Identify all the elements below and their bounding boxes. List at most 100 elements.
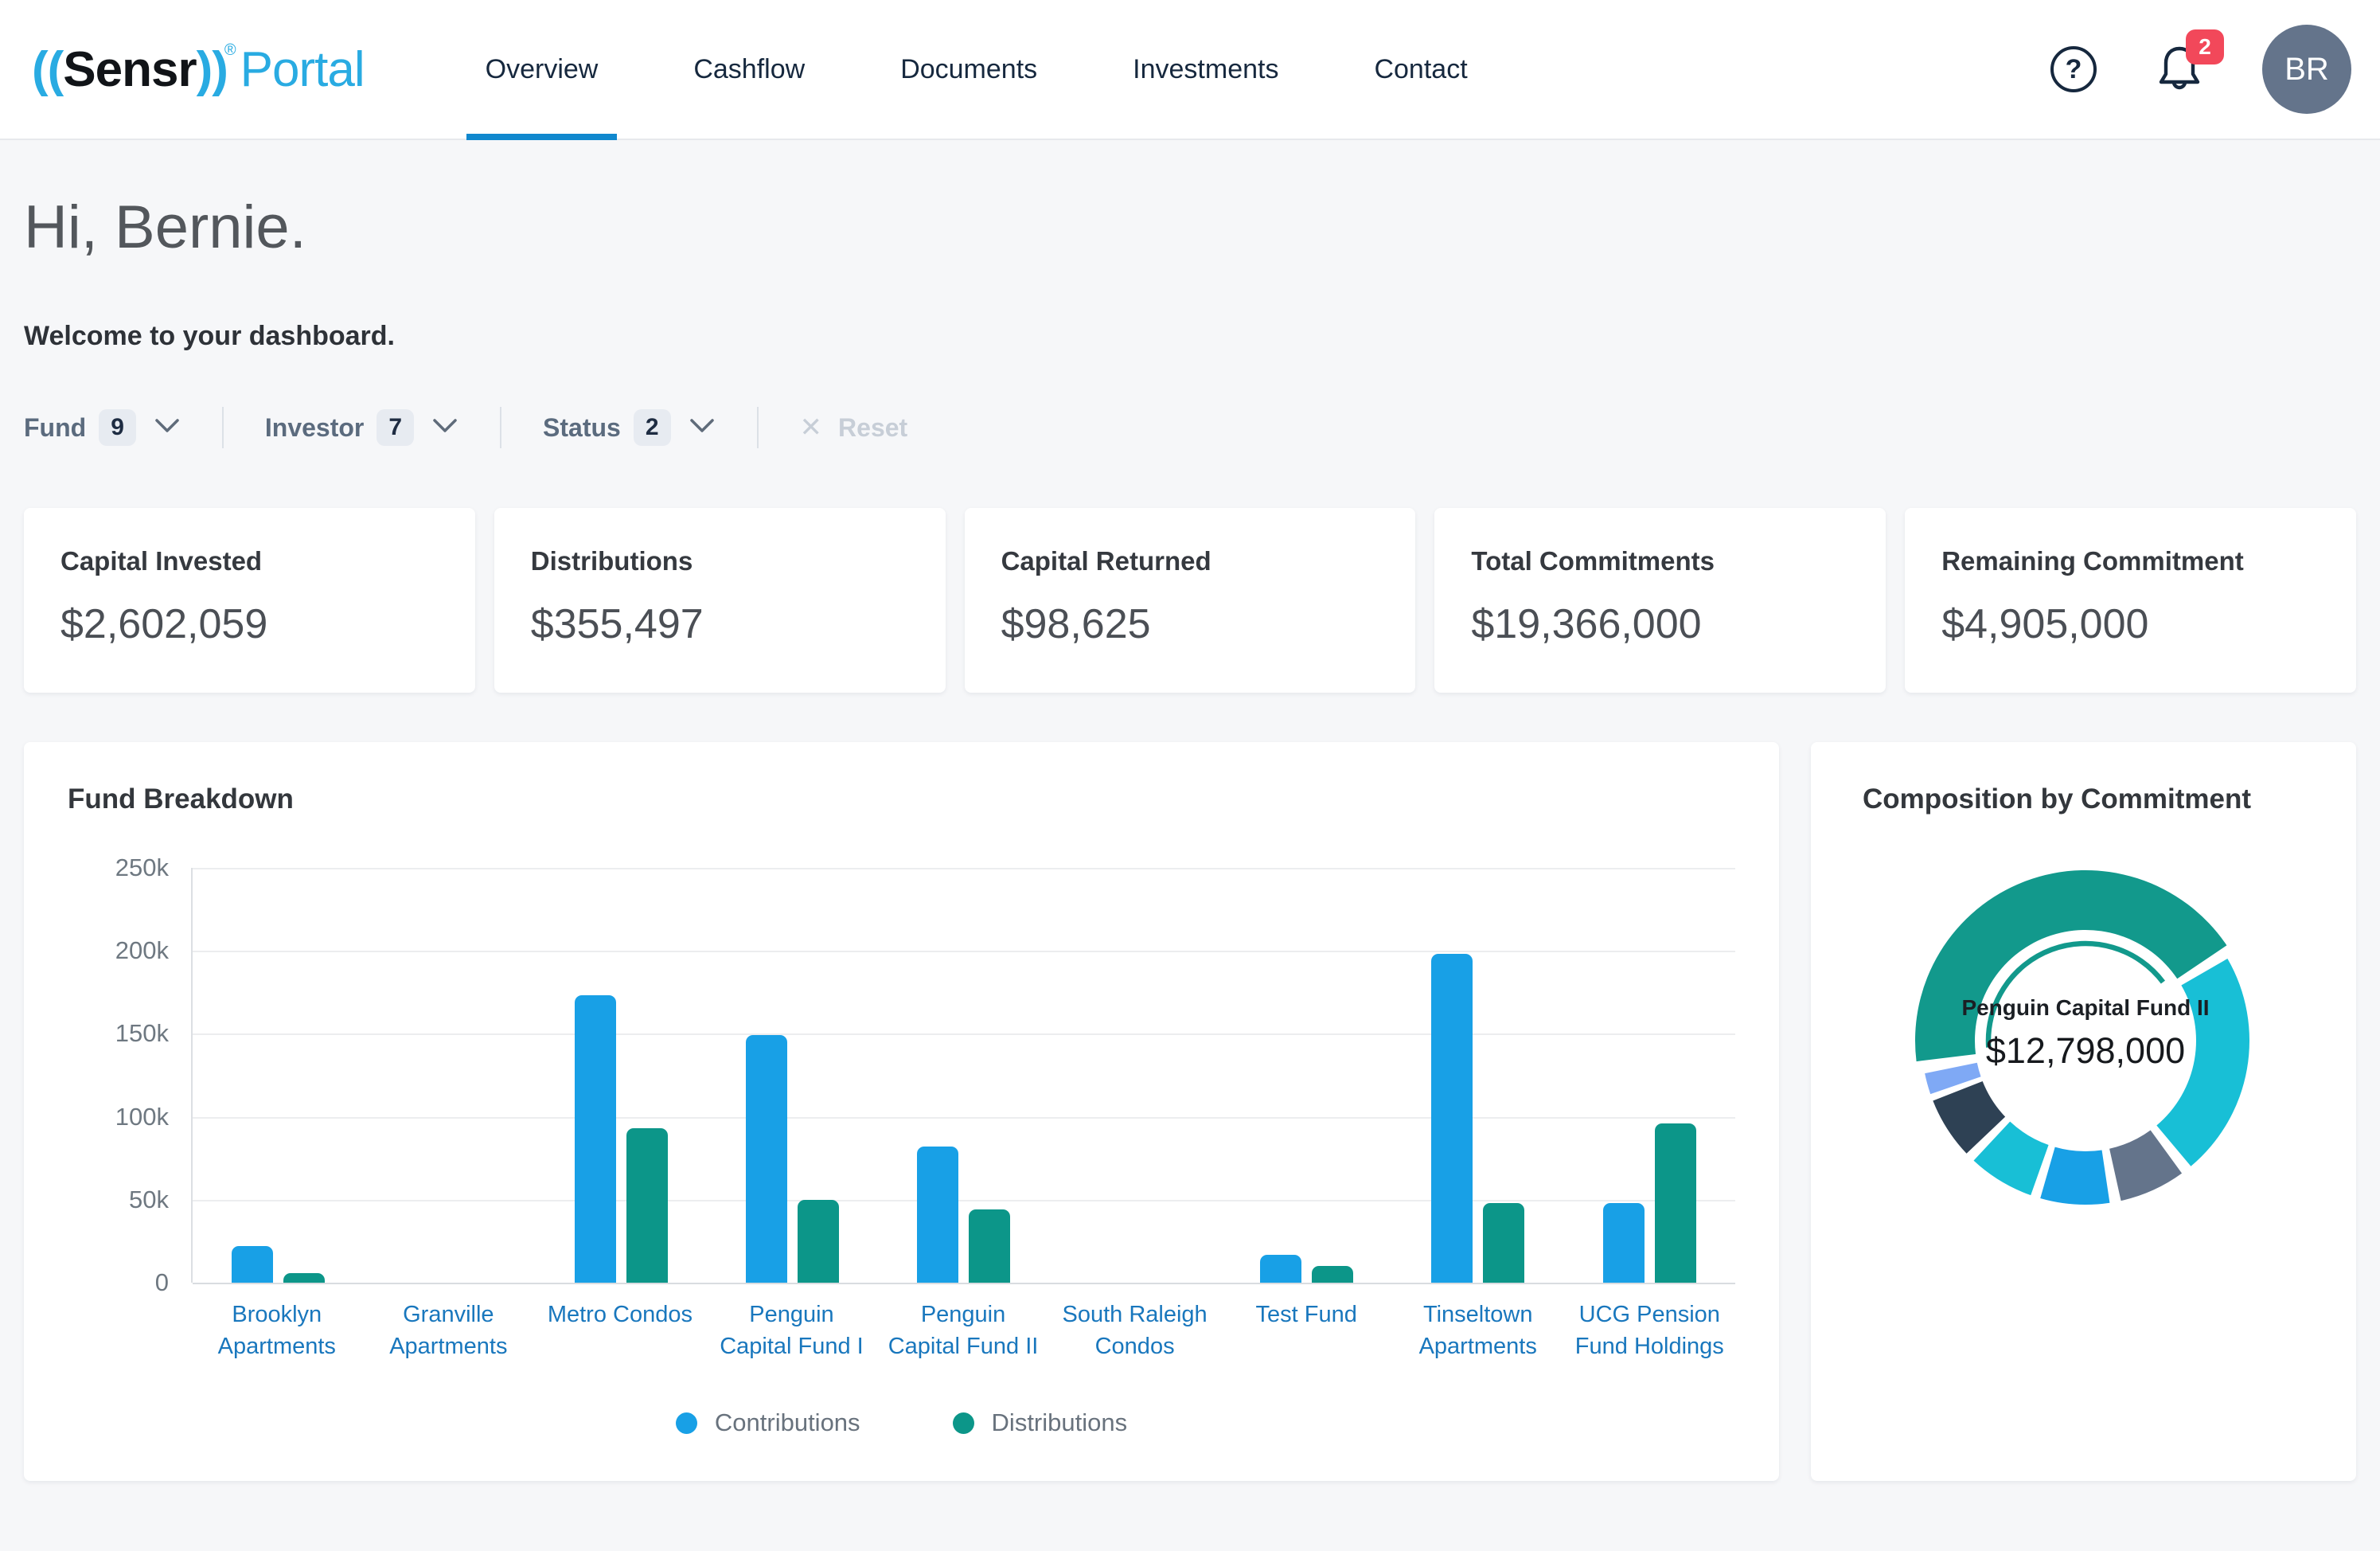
bar-contributions-ucg-pension-fund-holdings[interactable]	[1603, 1203, 1645, 1283]
filter-label-investor: Investor	[265, 413, 364, 443]
main-content: Hi, Bernie. Welcome to your dashboard. F…	[0, 193, 2380, 1481]
y-axis-tick: 0	[73, 1268, 169, 1297]
page-subtitle: Welcome to your dashboard.	[24, 321, 2356, 352]
donut-selected-fund: Penguin Capital Fund II	[1926, 995, 2245, 1021]
logo-close-parens: ))	[197, 41, 228, 98]
category-link-granville-apartments[interactable]: Granville Apartments	[363, 1299, 535, 1362]
bar-group-ucg-pension-fund-holdings	[1564, 868, 1735, 1283]
bar-contributions-test-fund[interactable]	[1260, 1255, 1301, 1283]
nav-item-overview[interactable]: Overview	[466, 0, 618, 139]
category-link-penguin-capital-fund-i[interactable]: Penguin Capital Fund I	[706, 1299, 878, 1362]
bar-group-tinseltown-apartments	[1392, 868, 1563, 1283]
logo-name: Sensr	[63, 41, 196, 98]
category-link-south-raleigh-condos[interactable]: South Raleigh Condos	[1049, 1299, 1221, 1362]
filter-divider	[757, 407, 759, 448]
bar-distributions-penguin-capital-fund-ii[interactable]	[969, 1209, 1010, 1283]
bar-group-penguin-capital-fund-ii	[878, 868, 1049, 1283]
category-link-penguin-capital-fund-ii[interactable]: Penguin Capital Fund II	[877, 1299, 1049, 1362]
bar-distributions-tinseltown-apartments[interactable]	[1483, 1203, 1524, 1283]
avatar[interactable]: BR	[2262, 25, 2351, 114]
stat-label: Capital Returned	[1001, 546, 1379, 576]
header-actions: ? 2 BR	[2050, 0, 2351, 139]
stat-card-total-commitments: Total Commitments$19,366,000	[1434, 508, 1886, 693]
bar-group-south-raleigh-condos	[1050, 868, 1221, 1283]
legend-label: Contributions	[715, 1408, 860, 1437]
filter-investor[interactable]: Investor 7	[265, 409, 458, 446]
nav-item-contact[interactable]: Contact	[1355, 0, 1486, 139]
stat-card-capital-invested: Capital Invested $2,602,059	[24, 508, 475, 693]
filter-label-status: Status	[543, 413, 621, 443]
notifications-button[interactable]: 2	[2156, 44, 2203, 95]
composition-card: Composition by Commitment Penguin Capita…	[1811, 742, 2356, 1481]
filter-divider	[222, 407, 224, 448]
y-axis-tick: 150k	[73, 1019, 169, 1048]
filter-fund[interactable]: Fund9	[24, 409, 181, 446]
bar-contributions-penguin-capital-fund-i[interactable]	[746, 1035, 787, 1283]
bar-group-test-fund	[1221, 868, 1392, 1283]
main-nav: Overview Cashflow Documents Investments Cont…	[466, 0, 1544, 139]
bar-groups	[193, 868, 1735, 1283]
registered-mark: ®	[224, 41, 236, 60]
category-link-metro-condos[interactable]: Metro Condos	[534, 1299, 706, 1362]
category-link-ucg-pension-fund-holdings[interactable]: UCG Pension Fund Holdings	[1564, 1299, 1736, 1362]
bar-group-penguin-capital-fund-i	[707, 868, 878, 1283]
charts-row: Fund Breakdown 250k200k150k100k50k0 Broo…	[24, 742, 2356, 1481]
logo-open-parens: ((	[32, 41, 63, 98]
category-link-brooklyn-apartments[interactable]: Brooklyn Apartments	[191, 1299, 363, 1362]
nav-item-cashflow[interactable]: Cashflow	[674, 0, 824, 139]
legend-item-contributions[interactable]: Contributions	[676, 1408, 860, 1437]
dashboard-page: ((Sensr))®Portal Overview Cashflow Documen…	[0, 0, 2380, 1551]
filter-groups: Fund9 Investor 7 Status2	[24, 407, 800, 448]
stat-card-capital-returned: Capital Returned $98,625	[965, 508, 1416, 693]
brand-logo[interactable]: ((Sensr))®Portal	[32, 0, 365, 139]
bar-group-brooklyn-apartments	[193, 868, 364, 1283]
stat-value: $355,497	[531, 600, 909, 648]
help-icon[interactable]: ?	[2050, 46, 2097, 92]
legend-item-distributions[interactable]: Distributions	[953, 1408, 1128, 1437]
filter-status[interactable]: Status2	[543, 409, 715, 446]
top-header: ((Sensr))®Portal Overview Cashflow Documen…	[0, 0, 2380, 140]
filter-count-investor: 7	[377, 409, 414, 446]
fund-breakdown-card: Fund Breakdown 250k200k150k100k50k0 Broo…	[24, 742, 1779, 1481]
page-title: Hi, Bernie.	[24, 193, 2356, 262]
bar-group-granville-apartments	[364, 868, 535, 1283]
bar-distributions-metro-condos[interactable]	[626, 1128, 668, 1283]
y-axis-tick: 100k	[73, 1103, 169, 1131]
logo-product: Portal	[240, 41, 365, 98]
reset-x-icon: ✕	[800, 412, 823, 443]
bar-contributions-tinseltown-apartments[interactable]	[1431, 954, 1473, 1283]
filter-label-fund: Fund	[24, 413, 86, 443]
donut-center-label: Penguin Capital Fund II $12,798,000	[1926, 995, 2245, 1072]
category-link-test-fund[interactable]: Test Fund	[1220, 1299, 1392, 1362]
bar-distributions-test-fund[interactable]	[1312, 1266, 1353, 1283]
bar-distributions-brooklyn-apartments[interactable]	[283, 1273, 325, 1283]
nav-item-documents[interactable]: Documents	[881, 0, 1056, 139]
bar-distributions-penguin-capital-fund-i[interactable]	[798, 1200, 839, 1283]
reset-filters-button[interactable]: ✕ Reset	[800, 412, 908, 443]
help-glyph: ?	[2066, 54, 2082, 85]
bar-chart-categories: Brooklyn ApartmentsGranville ApartmentsM…	[191, 1299, 1735, 1362]
category-link-tinseltown-apartments[interactable]: Tinseltown Apartments	[1392, 1299, 1564, 1362]
chevron-down-icon	[689, 417, 716, 439]
chevron-down-icon	[154, 417, 181, 439]
stat-label: Capital Invested	[60, 546, 439, 576]
stat-value: $2,602,059	[60, 600, 439, 648]
donut-segment-4[interactable]	[2040, 1147, 2109, 1205]
stat-label: Remaining Commitment	[1941, 546, 2320, 576]
donut-selected-value: $12,798,000	[1926, 1030, 2245, 1072]
nav-item-investments[interactable]: Investments	[1114, 0, 1297, 139]
bar-chart-plot: 250k200k150k100k50k0	[191, 868, 1735, 1283]
bar-contributions-metro-condos[interactable]	[575, 995, 616, 1283]
bar-distributions-ucg-pension-fund-holdings[interactable]	[1655, 1123, 1696, 1283]
y-axis-tick: 50k	[73, 1186, 169, 1214]
bar-contributions-brooklyn-apartments[interactable]	[232, 1246, 273, 1283]
stat-cards-row: Capital Invested $2,602,059 Distributions$…	[24, 508, 2356, 693]
chevron-down-icon	[431, 417, 458, 439]
stat-value: $98,625	[1001, 600, 1379, 648]
bar-group-metro-condos	[536, 868, 707, 1283]
filter-bar: Fund9 Investor 7 Status2 ✕ Reset	[24, 403, 2356, 452]
stat-card-distributions: Distributions$355,497	[494, 508, 946, 693]
stat-value: $4,905,000	[1941, 600, 2320, 648]
bar-contributions-penguin-capital-fund-ii[interactable]	[917, 1147, 958, 1283]
stat-value: $19,366,000	[1471, 600, 1849, 648]
